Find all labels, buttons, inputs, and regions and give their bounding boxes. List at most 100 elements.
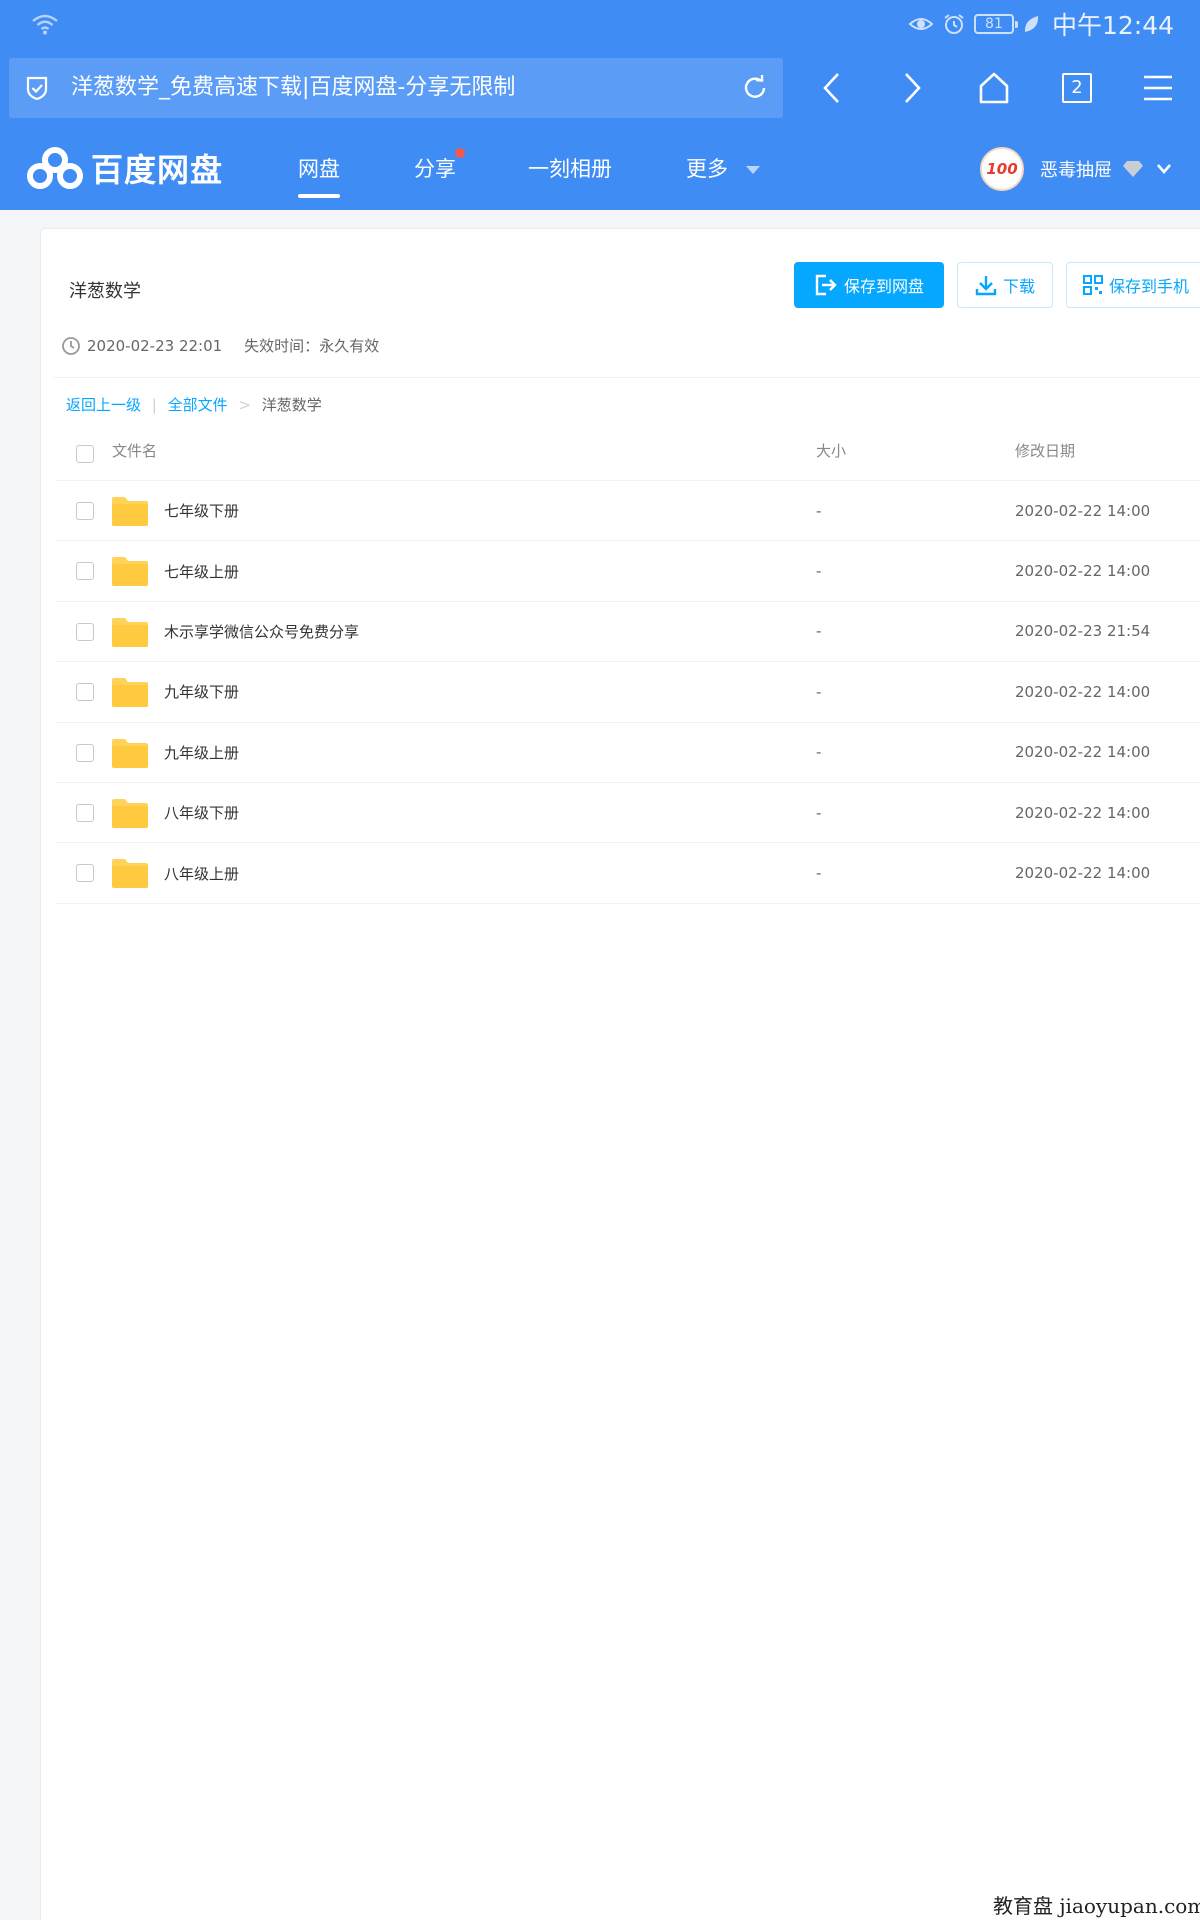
page-title[interactable]: 洋葱数学_免费高速下载|百度网盘-分享无限制 [71,58,515,118]
row-checkbox[interactable] [76,683,94,702]
browser-toolbar: 洋葱数学_免费高速下载|百度网盘-分享无限制 2 [0,48,1200,128]
table-row[interactable]: 八年级下册 - 2020-02-22 14:00 [56,783,1200,844]
file-date: 2020-02-22 14:00 [1015,743,1151,762]
file-name[interactable]: 七年级上册 [164,561,239,582]
save-to-mobile-label: 保存到手机 [1109,277,1190,296]
nav-more[interactable]: 更多 [686,128,761,210]
row-checkbox[interactable] [76,562,94,581]
avatar-badge: 100 [986,160,1018,178]
file-size: - [816,682,822,701]
folder-icon [112,617,148,647]
file-date: 2020-02-22 14:00 [1015,501,1151,520]
breadcrumb-back[interactable]: 返回上一级 [66,396,141,414]
username[interactable]: 恶毒抽屉 [1040,156,1112,182]
table-row[interactable]: 木示享学微信公众号免费分享 - 2020-02-23 21:54 [56,602,1200,663]
header-name[interactable]: 文件名 [112,440,157,461]
row-checkbox[interactable] [76,622,94,641]
reload-icon[interactable] [739,72,771,104]
tabs-button[interactable]: 2 [1055,66,1099,110]
forward-button[interactable] [890,66,934,110]
save-to-mobile-button[interactable]: 保存到手机 [1066,262,1200,308]
folder-icon [112,738,148,768]
row-checkbox[interactable] [76,803,94,822]
breadcrumb: 返回上一级 | 全部文件 > 洋葱数学 [66,394,322,415]
folder-icon [112,497,148,526]
site-header: 百度网盘 网盘 分享 一刻相册 更多 100 恶毒抽屉 [0,128,1200,210]
avatar[interactable]: 100 [980,147,1024,191]
user-menu[interactable]: 100 恶毒抽屉 [980,147,1172,191]
nav-more-label: 更多 [686,157,728,181]
share-card: 洋葱数学 保存到网盘 下载 保存到手机 2020-02-23 22:01 失效时 [40,228,1200,1920]
download-icon [975,276,997,296]
table-header: 文件名 大小 修改日期 [56,421,1200,481]
share-created-time: 2020-02-23 22:01 [87,336,223,355]
menu-icon [1144,75,1172,101]
battery-icon: 81 [973,14,1018,34]
file-size: - [816,622,822,641]
nav-netdisk[interactable]: 网盘 [298,128,340,210]
breadcrumb-separator: > [238,396,252,414]
save-to-cloud-button[interactable]: 保存到网盘 [794,262,944,308]
notification-dot [455,148,465,158]
expire-label: 失效时间： [244,337,320,355]
logo[interactable]: 百度网盘 [27,145,223,191]
file-size: - [816,562,822,581]
file-name[interactable]: 九年级上册 [164,742,239,763]
file-name[interactable]: 八年级上册 [164,863,239,884]
caret-down-icon [745,166,760,174]
home-icon [979,72,1009,104]
file-date: 2020-02-22 14:00 [1015,562,1151,581]
alarm-icon [944,14,964,34]
clock-time: 中午12:44 [1051,11,1174,40]
watermark: 教育盘 jiaoyupan.com [993,1894,1200,1918]
table-row[interactable]: 八年级上册 - 2020-02-22 14:00 [56,843,1200,904]
header-date[interactable]: 修改日期 [1015,440,1075,461]
file-name[interactable]: 七年级下册 [164,500,239,521]
clock-icon [62,336,80,355]
share-meta: 2020-02-23 22:01 失效时间： 永久有效 [61,335,379,356]
save-to-cloud-icon [815,274,837,296]
download-label: 下载 [1002,277,1035,296]
select-all-checkbox[interactable] [76,445,94,463]
share-title: 洋葱数学 [69,281,141,302]
shield-icon[interactable] [23,74,51,102]
baidu-cloud-logo-icon [27,147,83,189]
chevron-down-icon[interactable] [1156,164,1172,174]
row-checkbox[interactable] [76,864,94,883]
menu-button[interactable] [1136,66,1180,110]
nav-share-label: 分享 [414,157,456,181]
file-date: 2020-02-22 14:00 [1015,864,1151,883]
table-row[interactable]: 七年级上册 - 2020-02-22 14:00 [56,541,1200,602]
file-size: - [816,743,822,762]
file-name[interactable]: 八年级下册 [164,802,239,823]
folder-icon [112,678,148,708]
wifi-icon [32,14,58,35]
save-to-cloud-label: 保存到网盘 [843,277,924,296]
download-button[interactable]: 下载 [957,262,1053,308]
home-button[interactable] [972,66,1016,110]
nav-share[interactable]: 分享 [414,128,465,210]
breadcrumb-all-files[interactable]: 全部文件 [168,396,228,414]
back-icon [823,73,839,103]
logo-text: 百度网盘 [91,151,224,189]
back-button[interactable] [810,66,854,110]
file-date: 2020-02-22 14:00 [1015,682,1151,701]
file-name[interactable]: 九年级下册 [164,681,239,702]
diamond-icon [1123,161,1143,177]
header-size[interactable]: 大小 [816,440,846,461]
eye-icon [908,18,934,30]
breadcrumb-bar: | [151,396,157,414]
forward-icon [905,73,921,103]
folder-icon [112,859,148,889]
table-row[interactable]: 九年级上册 - 2020-02-22 14:00 [56,723,1200,783]
row-checkbox[interactable] [76,502,94,520]
folder-icon [112,557,148,587]
row-checkbox[interactable] [76,743,94,762]
address-bar[interactable]: 洋葱数学_免费高速下载|百度网盘-分享无限制 [9,58,783,118]
nav-album[interactable]: 一刻相册 [528,128,612,210]
table-row[interactable]: 九年级下册 - 2020-02-22 14:00 [56,662,1200,723]
file-name[interactable]: 木示享学微信公众号免费分享 [164,621,359,642]
file-table: 文件名 大小 修改日期 七年级下册 - 2020-02-22 14:00 七年级上册 -… [56,421,1200,904]
table-row[interactable]: 七年级下册 - 2020-02-22 14:00 [56,481,1200,542]
file-size: - [816,864,822,883]
